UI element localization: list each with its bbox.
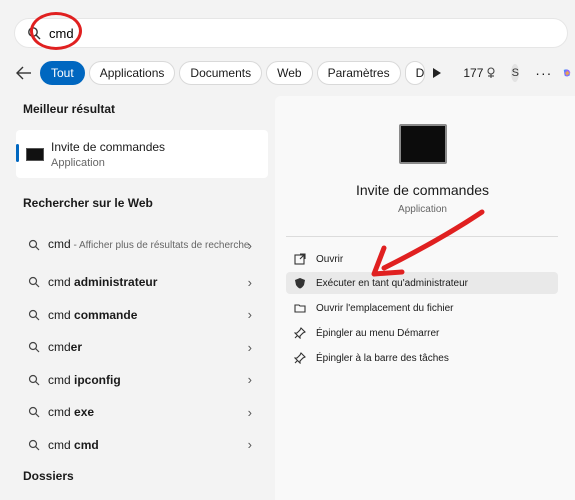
web-result-label: cmd exe xyxy=(48,405,268,419)
play-icon xyxy=(432,68,441,78)
filter-tout[interactable]: Tout xyxy=(40,61,85,85)
chevron-right-icon: › xyxy=(247,339,252,355)
web-result-prefix: cmd xyxy=(48,307,75,322)
selection-indicator xyxy=(16,144,19,162)
search-icon xyxy=(28,374,40,386)
chevron-right-icon: › xyxy=(247,437,252,453)
copilot-icon[interactable] xyxy=(562,62,572,84)
web-result-item[interactable]: cmd commande › xyxy=(16,299,268,332)
search-icon xyxy=(28,27,41,40)
filter-documents[interactable]: Documents xyxy=(179,61,263,85)
preview-title: Invite de commandes xyxy=(355,182,490,198)
command-prompt-icon xyxy=(26,147,44,161)
web-search-header: Rechercher sur le Web xyxy=(23,196,153,210)
results-list: Meilleur résultat Invite de commandes Ap… xyxy=(16,96,268,500)
chevron-right-icon: › xyxy=(247,372,252,388)
chevron-right-icon: › xyxy=(247,307,252,323)
web-result-label: cmd administrateur xyxy=(48,275,268,289)
web-result-bold: ipconfig xyxy=(74,372,121,387)
web-result-item[interactable]: cmd - Afficher plus de résultats de rech… xyxy=(16,224,268,266)
rewards-icon xyxy=(487,67,495,78)
web-result-bold: cmd xyxy=(74,437,99,452)
folders-header: Dossiers xyxy=(23,469,74,483)
pin-icon xyxy=(294,327,306,339)
pin-icon xyxy=(294,352,306,364)
best-result-subtitle: Application xyxy=(51,156,105,169)
folder-result-item[interactable]: cmdn-locale › xyxy=(16,491,268,500)
search-icon xyxy=(28,342,40,353)
action-label: Épingler au menu Démarrer xyxy=(316,327,440,339)
preview-subtitle: Application xyxy=(398,204,447,215)
web-result-prefix: cmd xyxy=(48,275,75,290)
action-label: Ouvrir xyxy=(316,253,344,265)
web-result-hint: - Afficher plus de résultats de recherch… xyxy=(70,240,250,251)
web-result-label: cmder xyxy=(48,340,268,354)
best-result-item[interactable]: Invite de commandes Application xyxy=(16,130,268,178)
web-result-bold: commande xyxy=(74,307,138,322)
web-result-bold: er xyxy=(70,340,83,355)
divider xyxy=(286,236,558,237)
filter-dossiers[interactable]: Dossiers xyxy=(404,61,425,85)
more-options-button[interactable]: ··· xyxy=(535,65,552,81)
action-item[interactable]: Ouvrir l'emplacement du fichier xyxy=(286,297,558,319)
action-item[interactable]: Épingler à la barre des tâches xyxy=(286,347,558,369)
web-result-label: cmd - Afficher plus de résultats de rech… xyxy=(48,237,268,253)
filter-parametres[interactable]: Paramètres xyxy=(316,61,401,85)
avatar[interactable]: S xyxy=(511,64,520,82)
web-result-item[interactable]: cmd ipconfig › xyxy=(16,364,268,397)
chevron-right-icon: › xyxy=(247,404,252,420)
web-result-bold: exe xyxy=(74,405,95,420)
web-result-query: cmd xyxy=(48,237,71,251)
folder-icon xyxy=(294,304,306,313)
open-icon xyxy=(294,253,306,265)
action-label: Exécuter en tant qu'administrateur xyxy=(316,277,468,289)
rewards-count-value: 177 xyxy=(463,66,484,80)
web-result-label: cmd ipconfig xyxy=(48,373,268,387)
search-icon xyxy=(28,239,40,251)
action-label: Épingler à la barre des tâches xyxy=(316,352,449,364)
best-result-header: Meilleur résultat xyxy=(23,102,116,116)
chevron-right-icon: › xyxy=(247,274,252,290)
filter-applications[interactable]: Applications xyxy=(88,61,176,85)
search-icon xyxy=(28,407,40,418)
search-icon xyxy=(28,309,40,321)
filter-web[interactable]: Web xyxy=(266,61,313,85)
search-icon xyxy=(28,277,40,288)
scroll-filters-button[interactable] xyxy=(432,63,442,83)
action-item[interactable]: Ouvrir xyxy=(286,248,558,270)
web-result-item[interactable]: cmder › xyxy=(16,331,268,364)
web-result-prefix: cmd xyxy=(48,372,75,387)
web-result-prefix: cmd xyxy=(48,437,75,452)
chevron-right-icon: › xyxy=(247,237,252,253)
preview-pane: Invite de commandes Application Ouvrir Ex… xyxy=(275,96,575,500)
search-bar[interactable] xyxy=(14,18,568,48)
search-icon xyxy=(28,439,40,451)
shield-icon xyxy=(295,278,305,289)
web-result-prefix: cmd xyxy=(48,405,75,420)
web-result-prefix: cmd xyxy=(48,340,71,355)
web-result-label: cmd commande xyxy=(48,308,268,322)
web-result-label: cmd cmd xyxy=(48,438,268,452)
back-button[interactable] xyxy=(16,61,32,85)
action-item[interactable]: Exécuter en tant qu'administrateur xyxy=(286,272,558,294)
command-prompt-large-icon xyxy=(399,124,447,164)
web-result-item[interactable]: cmd exe › xyxy=(16,396,268,429)
best-result-title: Invite de commandes xyxy=(51,139,166,154)
web-result-bold: administrateur xyxy=(74,275,158,290)
rewards-count[interactable]: 177 xyxy=(463,66,497,80)
filter-bar: Tout Applications Documents Web Paramètr… xyxy=(16,60,572,86)
arrow-left-icon xyxy=(16,66,31,80)
search-input[interactable] xyxy=(49,25,449,41)
action-item[interactable]: Épingler au menu Démarrer xyxy=(286,322,558,344)
web-result-item[interactable]: cmd cmd › xyxy=(16,429,268,462)
action-label: Ouvrir l'emplacement du fichier xyxy=(316,302,454,314)
web-result-item[interactable]: cmd administrateur › xyxy=(16,266,268,299)
